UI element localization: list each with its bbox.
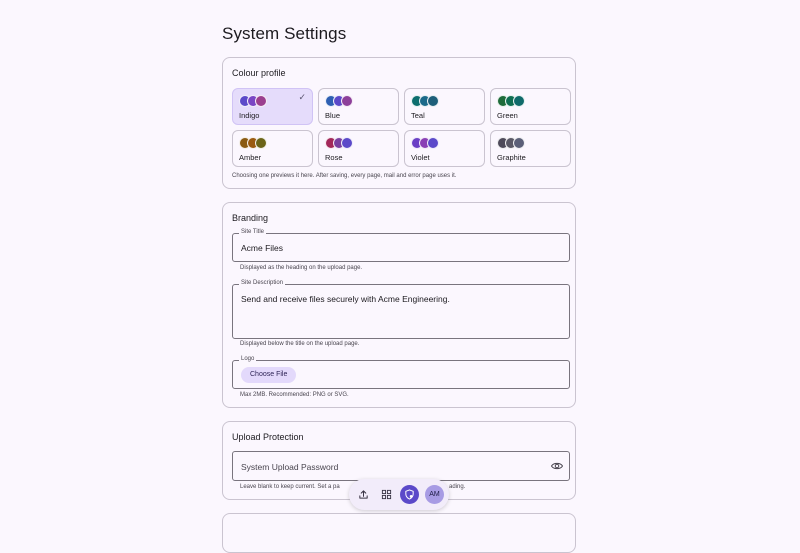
swatch-label: Amber	[239, 153, 262, 162]
colour-dots	[497, 95, 537, 107]
colour-swatch-teal[interactable]: Teal	[404, 88, 485, 125]
upload-password-placeholder[interactable]: System Upload Password	[241, 462, 338, 472]
colour-dot	[427, 137, 439, 149]
colour-profile-card: Colour profile Indigo ✓ Blue Teal Green Amber…	[222, 57, 576, 189]
colour-dot	[255, 95, 267, 107]
site-description-field[interactable]: Site Description Send and receive files …	[232, 280, 570, 339]
swatch-label: Violet	[411, 153, 430, 162]
eye-icon[interactable]	[551, 460, 563, 472]
logo-field: Logo Choose File	[232, 356, 570, 389]
colour-profile-title: Colour profile	[232, 68, 286, 78]
site-title-value[interactable]: Acme Files	[241, 243, 283, 253]
shield-button[interactable]	[400, 485, 419, 504]
floating-dock: AM	[349, 479, 449, 510]
upload-button[interactable]	[354, 485, 373, 504]
grid-button[interactable]	[377, 485, 396, 504]
site-title-hint: Displayed as the heading on the upload p…	[240, 265, 363, 271]
upload-protection-title: Upload Protection	[232, 432, 304, 442]
logo-legend: Logo	[239, 356, 257, 362]
upload-password-hint-start: Leave blank to keep current. Set a pa	[240, 484, 340, 490]
colour-dots	[497, 137, 537, 149]
colour-swatch-violet[interactable]: Violet	[404, 130, 485, 167]
colour-swatch-grid: Indigo ✓ Blue Teal Green Amber Rose Violet Graph…	[232, 88, 571, 167]
colour-dots	[239, 137, 279, 149]
colour-swatch-green[interactable]: Green	[490, 88, 571, 125]
site-title-legend: Site Title	[239, 229, 267, 235]
shield-icon	[405, 489, 414, 500]
colour-swatch-rose[interactable]: Rose	[318, 130, 399, 167]
site-description-hint: Displayed below the title on the upload …	[240, 341, 360, 347]
colour-dots	[239, 95, 279, 107]
site-description-value[interactable]: Send and receive files securely with Acm…	[241, 294, 450, 304]
branding-card: Branding Site Title Acme Files Displayed…	[222, 202, 576, 408]
swatch-label: Teal	[411, 111, 425, 120]
colour-dots	[325, 95, 365, 107]
swatch-label: Blue	[325, 111, 341, 120]
site-description-legend: Site Description	[239, 280, 286, 286]
logo-hint: Max 2MB. Recommended: PNG or SVG.	[240, 392, 349, 398]
grid-icon	[381, 489, 392, 500]
choose-file-button[interactable]: Choose File	[241, 367, 297, 383]
branding-title: Branding	[232, 213, 269, 223]
upload-icon	[359, 490, 368, 499]
site-title-field[interactable]: Site Title Acme Files	[232, 229, 570, 262]
colour-dots	[411, 137, 451, 149]
page-title: System Settings	[222, 24, 347, 43]
colour-swatch-amber[interactable]: Amber	[232, 130, 313, 167]
colour-dot	[341, 137, 353, 149]
upload-password-field[interactable]: System Upload Password	[232, 451, 570, 481]
swatch-label: Graphite	[497, 153, 526, 162]
colour-dot	[513, 137, 525, 149]
swatch-label: Rose	[325, 153, 343, 162]
colour-dots	[325, 137, 365, 149]
colour-dot	[427, 95, 439, 107]
colour-swatch-indigo[interactable]: Indigo ✓	[232, 88, 313, 125]
check-icon: ✓	[298, 92, 306, 102]
colour-dots	[411, 95, 451, 107]
colour-swatch-blue[interactable]: Blue	[318, 88, 399, 125]
colour-profile-hint: Choosing one previews it here. After sav…	[232, 173, 457, 179]
colour-swatch-graphite[interactable]: Graphite	[490, 130, 571, 167]
upload-password-hint-end: ading.	[449, 484, 466, 490]
swatch-label: Green	[497, 111, 518, 120]
colour-dot	[341, 95, 353, 107]
next-card	[222, 513, 576, 553]
swatch-label: Indigo	[239, 111, 260, 120]
colour-dot	[513, 95, 525, 107]
avatar[interactable]: AM	[425, 485, 444, 504]
colour-dot	[255, 137, 267, 149]
